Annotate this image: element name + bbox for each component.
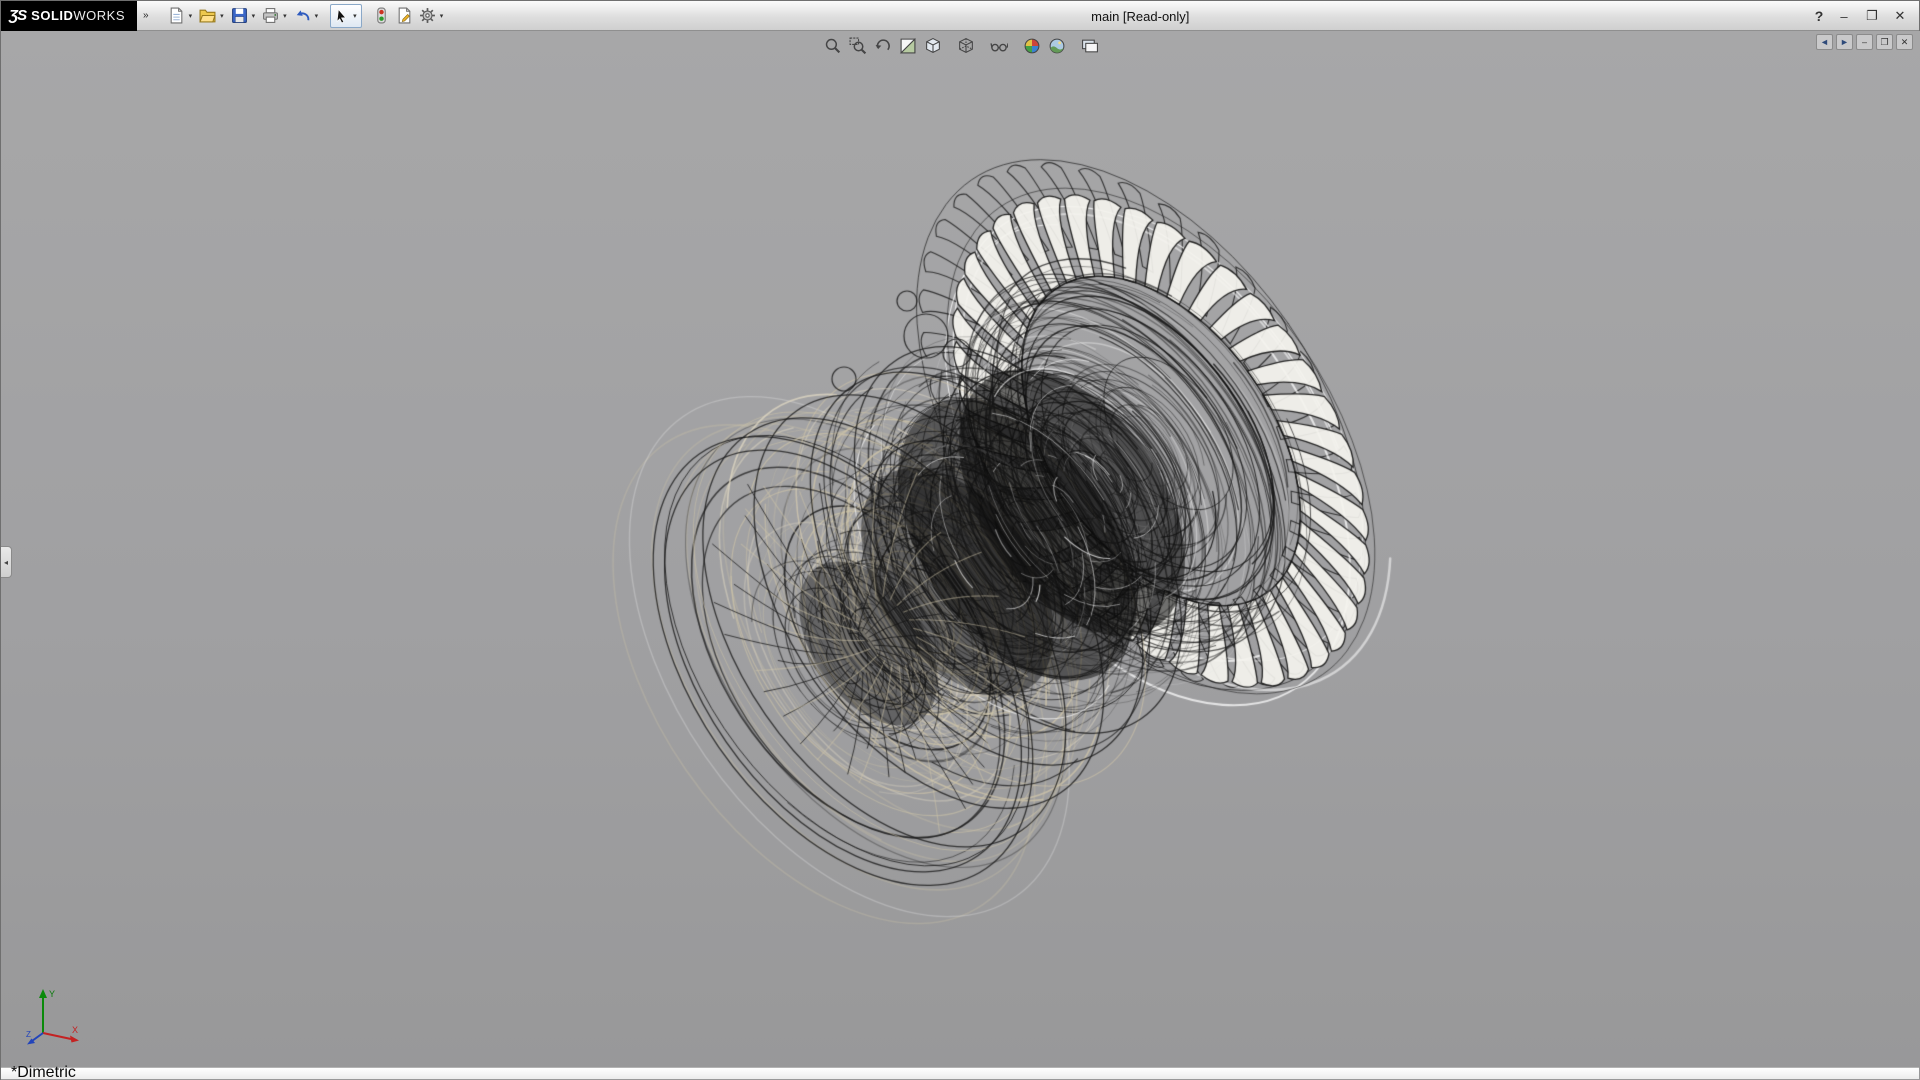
featuremanager-flyout-tab[interactable]: ◂ xyxy=(1,546,12,578)
solidworks-logo: ƷS SOLIDWORKS xyxy=(1,1,137,31)
minimize-button[interactable]: – xyxy=(1831,5,1857,27)
doc-close-button[interactable]: ✕ xyxy=(1896,34,1913,50)
print-button[interactable] xyxy=(259,4,282,27)
close-button[interactable]: ✕ xyxy=(1887,5,1913,27)
status-bar xyxy=(1,1067,1919,1079)
options-button[interactable] xyxy=(416,4,439,27)
solidworks-window: ƷS SOLIDWORKS » ▾ ▾ ▾ ▾ ▾ xyxy=(0,0,1920,1080)
display-style-icon xyxy=(957,37,975,55)
section-view-button[interactable] xyxy=(895,34,920,57)
solidworks-logo-bold: SOLID xyxy=(31,8,73,23)
maximize-button[interactable]: ❐ xyxy=(1859,5,1885,27)
previous-view-icon xyxy=(874,37,892,55)
help-button[interactable]: ? xyxy=(1809,5,1829,27)
view-settings-button[interactable] xyxy=(1077,34,1102,57)
apply-scene-icon xyxy=(1048,37,1066,55)
view-orientation-label: *Dimetric xyxy=(11,1064,76,1080)
select-tool-button[interactable]: ▾ xyxy=(330,4,362,28)
view-orientation-cube-icon xyxy=(924,37,942,55)
hide-show-items-button[interactable] xyxy=(986,34,1011,57)
select-dropdown-arrow[interactable]: ▾ xyxy=(353,12,357,20)
print-dropdown-arrow[interactable]: ▾ xyxy=(283,12,287,20)
main-toolbar: ▾ ▾ ▾ ▾ ▾ ▾ xyxy=(165,4,448,28)
menu-expand-arrow[interactable]: » xyxy=(137,10,155,21)
save-dropdown-arrow[interactable]: ▾ xyxy=(252,12,256,20)
undo-button[interactable] xyxy=(291,4,314,27)
solidworks-logo-light: WORKS xyxy=(73,8,125,23)
triad-z-label: Z xyxy=(26,1030,31,1039)
apply-scene-button[interactable] xyxy=(1044,34,1069,57)
new-document-button[interactable] xyxy=(165,4,188,27)
rebuild-button[interactable] xyxy=(370,4,393,27)
view-settings-icon xyxy=(1081,37,1099,55)
select-cursor-icon xyxy=(334,8,350,24)
doc-restore-button[interactable]: ❐ xyxy=(1876,34,1893,50)
model-wireframe-canvas[interactable] xyxy=(1,31,1920,1080)
rebuild-traffic-light-icon xyxy=(374,7,389,24)
undo-icon xyxy=(294,7,311,24)
zoom-to-fit-button[interactable] xyxy=(820,34,845,57)
zoom-to-area-button[interactable] xyxy=(845,34,870,57)
open-dropdown-arrow[interactable]: ▾ xyxy=(220,12,224,20)
section-view-icon xyxy=(899,37,917,55)
document-window-controls: ◄ ► – ❐ ✕ xyxy=(1816,34,1913,50)
zoom-to-fit-icon xyxy=(824,37,842,55)
solidworks-logo-glyph: ƷS xyxy=(9,7,26,24)
heads-up-toolbar xyxy=(820,34,1102,57)
options-dropdown-arrow[interactable]: ▾ xyxy=(440,12,444,20)
file-properties-button[interactable] xyxy=(393,4,416,27)
window-title: main [Read-only] xyxy=(1091,1,1189,31)
orientation-triad: Y X Z xyxy=(25,985,89,1047)
title-bar: ƷS SOLIDWORKS » ▾ ▾ ▾ ▾ ▾ xyxy=(1,1,1919,31)
doc-forward-button[interactable]: ► xyxy=(1836,34,1853,50)
new-document-icon xyxy=(168,7,185,24)
undo-dropdown-arrow[interactable]: ▾ xyxy=(315,12,319,20)
hide-show-glasses-icon xyxy=(990,37,1008,55)
view-orientation-button[interactable] xyxy=(920,34,945,57)
triad-x-label: X xyxy=(72,1025,78,1035)
open-button[interactable] xyxy=(196,4,219,27)
edit-appearance-ball-icon xyxy=(1023,37,1041,55)
window-controls: ? – ❐ ✕ xyxy=(1809,1,1913,31)
doc-minimize-button[interactable]: – xyxy=(1856,34,1873,50)
open-folder-icon xyxy=(199,7,216,24)
new-dropdown-arrow[interactable]: ▾ xyxy=(189,12,193,20)
options-gear-icon xyxy=(419,7,436,24)
save-floppy-icon xyxy=(231,7,248,24)
save-button[interactable] xyxy=(228,4,251,27)
display-style-button[interactable] xyxy=(953,34,978,57)
edit-appearance-button[interactable] xyxy=(1019,34,1044,57)
previous-view-button[interactable] xyxy=(870,34,895,57)
zoom-to-area-icon xyxy=(849,37,867,55)
doc-back-button[interactable]: ◄ xyxy=(1816,34,1833,50)
print-icon xyxy=(262,7,279,24)
file-properties-icon xyxy=(396,7,413,24)
triad-y-label: Y xyxy=(49,989,55,999)
graphics-viewport[interactable]: ◄ ► – ❐ ✕ ◂ Y X Z *Dimetric xyxy=(1,31,1920,1080)
